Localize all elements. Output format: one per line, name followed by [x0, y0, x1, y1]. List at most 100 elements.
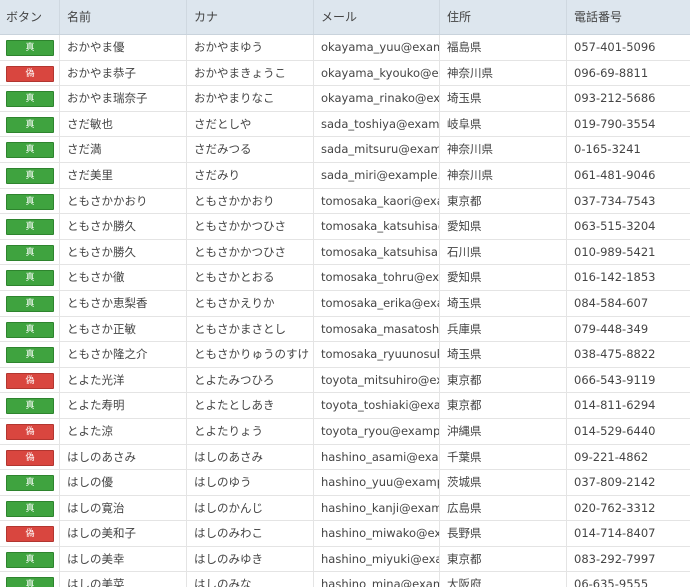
phone-cell[interactable]: 063-515-3204	[567, 214, 690, 239]
false-button[interactable]: 偽	[6, 65, 54, 82]
email-cell[interactable]: sada_miri@example.com	[314, 162, 440, 188]
address-cell[interactable]: 愛知県	[440, 265, 567, 290]
address-cell[interactable]: 愛知県	[440, 214, 567, 239]
table-row[interactable]: 真ともさかかおりともさかかおりtomosaka_kaori@exam東京都037…	[0, 188, 690, 215]
email-cell[interactable]: tomosaka_tohru@examp	[314, 265, 440, 290]
address-cell[interactable]: 大阪府	[440, 572, 567, 587]
kana-cell[interactable]: さだみり	[187, 162, 314, 188]
table-row[interactable]: 真はしの寛治 はしのかんじ hashino_kanji@exampl 広島県 020-7…	[0, 495, 690, 522]
address-cell[interactable]: 神奈川県	[440, 162, 567, 188]
table-row[interactable]: 真とよた寿明とよたとしあきtoyota_toshiaki@examp東京都014…	[0, 393, 690, 419]
table-row[interactable]: 真ともさか勝久ともさかかつひさtomosaka_katsuhisa@ex愛知県0…	[0, 214, 690, 240]
phone-cell[interactable]: 06-635-9555	[567, 572, 690, 587]
true-button[interactable]: 真	[6, 219, 54, 236]
true-button[interactable]: 真	[6, 577, 54, 587]
phone-cell[interactable]: 019-790-3554	[567, 112, 690, 137]
address-cell[interactable]: 長野県	[440, 521, 567, 546]
name-cell[interactable]: ともさか隆之介	[60, 342, 187, 367]
kana-cell[interactable]: ともさかまさとし	[187, 316, 314, 342]
address-cell[interactable]: 東京都	[440, 367, 567, 393]
true-button[interactable]: 真	[6, 398, 54, 415]
kana-cell[interactable]: おかやまりなこ	[187, 86, 314, 111]
phone-cell[interactable]: 0-165-3241	[567, 137, 690, 162]
name-cell[interactable]: おかやま恭子	[60, 60, 187, 86]
kana-cell[interactable]: さだみつる	[187, 137, 314, 162]
true-button[interactable]: 真	[6, 116, 54, 133]
false-button[interactable]: 偽	[6, 372, 54, 389]
address-cell[interactable]: 東京都	[440, 546, 567, 572]
true-button[interactable]: 真	[6, 40, 54, 56]
kana-cell[interactable]: おかやまきょうこ	[187, 60, 314, 86]
phone-cell[interactable]: 096-69-8811	[567, 61, 690, 86]
address-cell[interactable]: 広島県	[440, 495, 567, 521]
address-cell[interactable]: 埼玉県	[440, 290, 567, 316]
name-cell[interactable]: さだ敏也	[60, 111, 187, 137]
phone-cell[interactable]: 020-762-3312	[567, 496, 690, 521]
true-button[interactable]: 真	[6, 193, 54, 210]
email-cell[interactable]: tomosaka_kaori@exam	[314, 188, 440, 214]
kana-cell[interactable]: はしのかんじ	[187, 495, 314, 521]
true-button[interactable]: 真	[6, 244, 54, 261]
column-header-email[interactable]: メール	[314, 0, 440, 34]
email-cell[interactable]: okayama_kyouko@exam	[314, 60, 440, 86]
table-row[interactable]: 真はしの美菜はしのみなhashino_mina@example大阪府06-635…	[0, 572, 690, 587]
email-cell[interactable]: tomosaka_katsuhisa@ex	[314, 214, 440, 239]
email-cell[interactable]: hashino_kanji@exampl	[314, 495, 440, 521]
name-cell[interactable]: ともさかかおり	[60, 188, 187, 214]
kana-cell[interactable]: はしのみな	[187, 572, 314, 587]
address-cell[interactable]: 東京都	[440, 188, 567, 214]
name-cell[interactable]: ともさか恵梨香	[60, 290, 187, 316]
email-cell[interactable]: sada_mitsuru@example	[314, 137, 440, 162]
phone-cell[interactable]: 014-529-6440	[567, 419, 690, 444]
kana-cell[interactable]: はしのみわこ	[187, 521, 314, 546]
name-cell[interactable]: はしのあさみ	[60, 444, 187, 470]
table-row[interactable]: 真はしの美幸はしのみゆきhashino_miyuki@exam東京都083-29…	[0, 546, 690, 573]
email-cell[interactable]: hashino_asami@exampl	[314, 444, 440, 470]
true-button[interactable]: 真	[6, 167, 54, 184]
address-cell[interactable]: 埼玉県	[440, 342, 567, 367]
phone-cell[interactable]: 037-734-7543	[567, 189, 690, 214]
false-button[interactable]: 偽	[6, 423, 54, 440]
table-row[interactable]: 偽はしの美和子はしのみわこhashino_miwako@exam長野県014-7…	[0, 521, 690, 547]
phone-cell[interactable]: 061-481-9046	[567, 163, 690, 188]
phone-cell[interactable]: 038-475-8822	[567, 342, 690, 367]
table-row[interactable]: 真はしの優はしのゆうhashino_yuu@example.茨城県037-809…	[0, 470, 690, 496]
false-button[interactable]: 偽	[6, 526, 54, 543]
true-button[interactable]: 真	[6, 321, 54, 338]
email-cell[interactable]: tomosaka_ryuunosuke@	[314, 342, 440, 367]
name-cell[interactable]: おかやま瑞奈子	[60, 86, 187, 111]
phone-cell[interactable]: 093-212-5686	[567, 86, 690, 111]
phone-cell[interactable]: 066-543-9119	[567, 368, 690, 393]
phone-cell[interactable]: 016-142-1853	[567, 265, 690, 290]
table-row[interactable]: 真ともさか隆之介ともさかりゅうのすけtomosaka_ryuunosuke@埼玉…	[0, 342, 690, 368]
kana-cell[interactable]: はしのあさみ	[187, 444, 314, 470]
true-button[interactable]: 真	[6, 142, 54, 159]
kana-cell[interactable]: ともさかかつひさ	[187, 214, 314, 239]
name-cell[interactable]: はしの美菜	[60, 572, 187, 587]
table-row[interactable]: 真さだ敏也さだとしやsada_toshiya@example.岐阜県019-79…	[0, 111, 690, 138]
email-cell[interactable]: hashino_miwako@exam	[314, 521, 440, 546]
phone-cell[interactable]: 084-584-607	[567, 291, 690, 316]
name-cell[interactable]: はしの優	[60, 470, 187, 495]
kana-cell[interactable]: ともさかかおり	[187, 188, 314, 214]
email-cell[interactable]: hashino_yuu@example.	[314, 470, 440, 495]
email-cell[interactable]: hashino_miyuki@exam	[314, 546, 440, 572]
name-cell[interactable]: はしの美和子	[60, 521, 187, 546]
address-cell[interactable]: 岐阜県	[440, 111, 567, 137]
column-header-name[interactable]: 名前	[60, 0, 187, 34]
table-row[interactable]: 真ともさか徹ともさかとおるtomosaka_tohru@examp愛知県016-…	[0, 265, 690, 291]
email-cell[interactable]: toyota_mitsuhiro@exam	[314, 367, 440, 393]
address-cell[interactable]: 神奈川県	[440, 60, 567, 86]
name-cell[interactable]: さだ美里	[60, 162, 187, 188]
phone-cell[interactable]: 010-989-5421	[567, 240, 690, 265]
kana-cell[interactable]: はしのゆう	[187, 470, 314, 495]
kana-cell[interactable]: とよたみつひろ	[187, 367, 314, 393]
table-row[interactable]: 偽おかやま恭子おかやまきょうこokayama_kyouko@exam神奈川県09…	[0, 60, 690, 87]
kana-cell[interactable]: さだとしや	[187, 111, 314, 137]
true-button[interactable]: 真	[6, 270, 54, 287]
address-cell[interactable]: 茨城県	[440, 470, 567, 495]
table-row[interactable]: 真おかやま瑞奈子おかやまりなこokayama_rinako@examp埼玉県09…	[0, 86, 690, 112]
name-cell[interactable]: はしの美幸	[60, 546, 187, 572]
true-button[interactable]: 真	[6, 551, 54, 568]
false-button[interactable]: 偽	[6, 449, 54, 466]
